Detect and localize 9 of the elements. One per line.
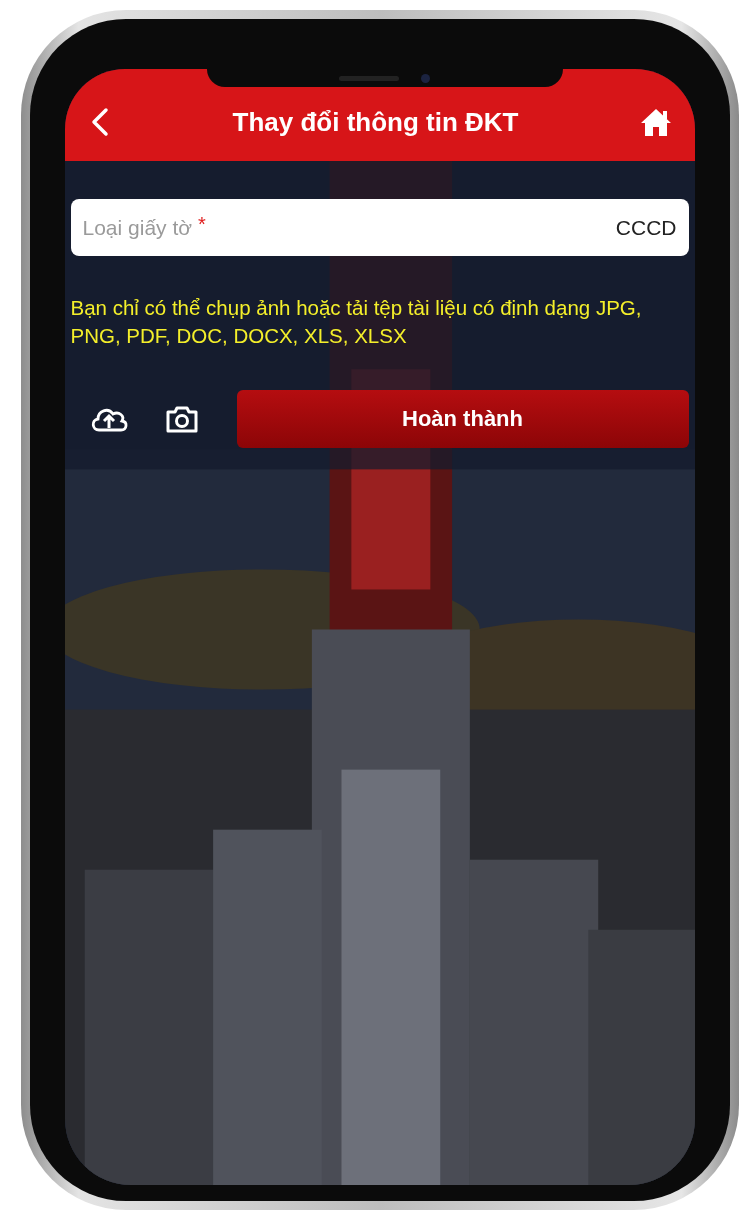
field-value: CCCD xyxy=(615,215,677,240)
complete-button[interactable]: Hoàn thành xyxy=(236,390,689,448)
field-label: Loại giấy tờ xyxy=(82,215,192,240)
camera-icon[interactable] xyxy=(164,404,199,434)
required-mark: * xyxy=(198,213,206,236)
document-type-field[interactable]: Loại giấy tờ * CCCD xyxy=(70,199,689,256)
home-icon[interactable] xyxy=(640,107,673,137)
screen-title: Thay đổi thông tin ĐKT xyxy=(232,106,519,138)
format-hint: Bạn chỉ có thể chụp ảnh hoặc tải tệp tài liệu có định dạng JPG, PNG, PDF, DOC, DOCX, XLS, XLSX xyxy=(70,295,643,349)
